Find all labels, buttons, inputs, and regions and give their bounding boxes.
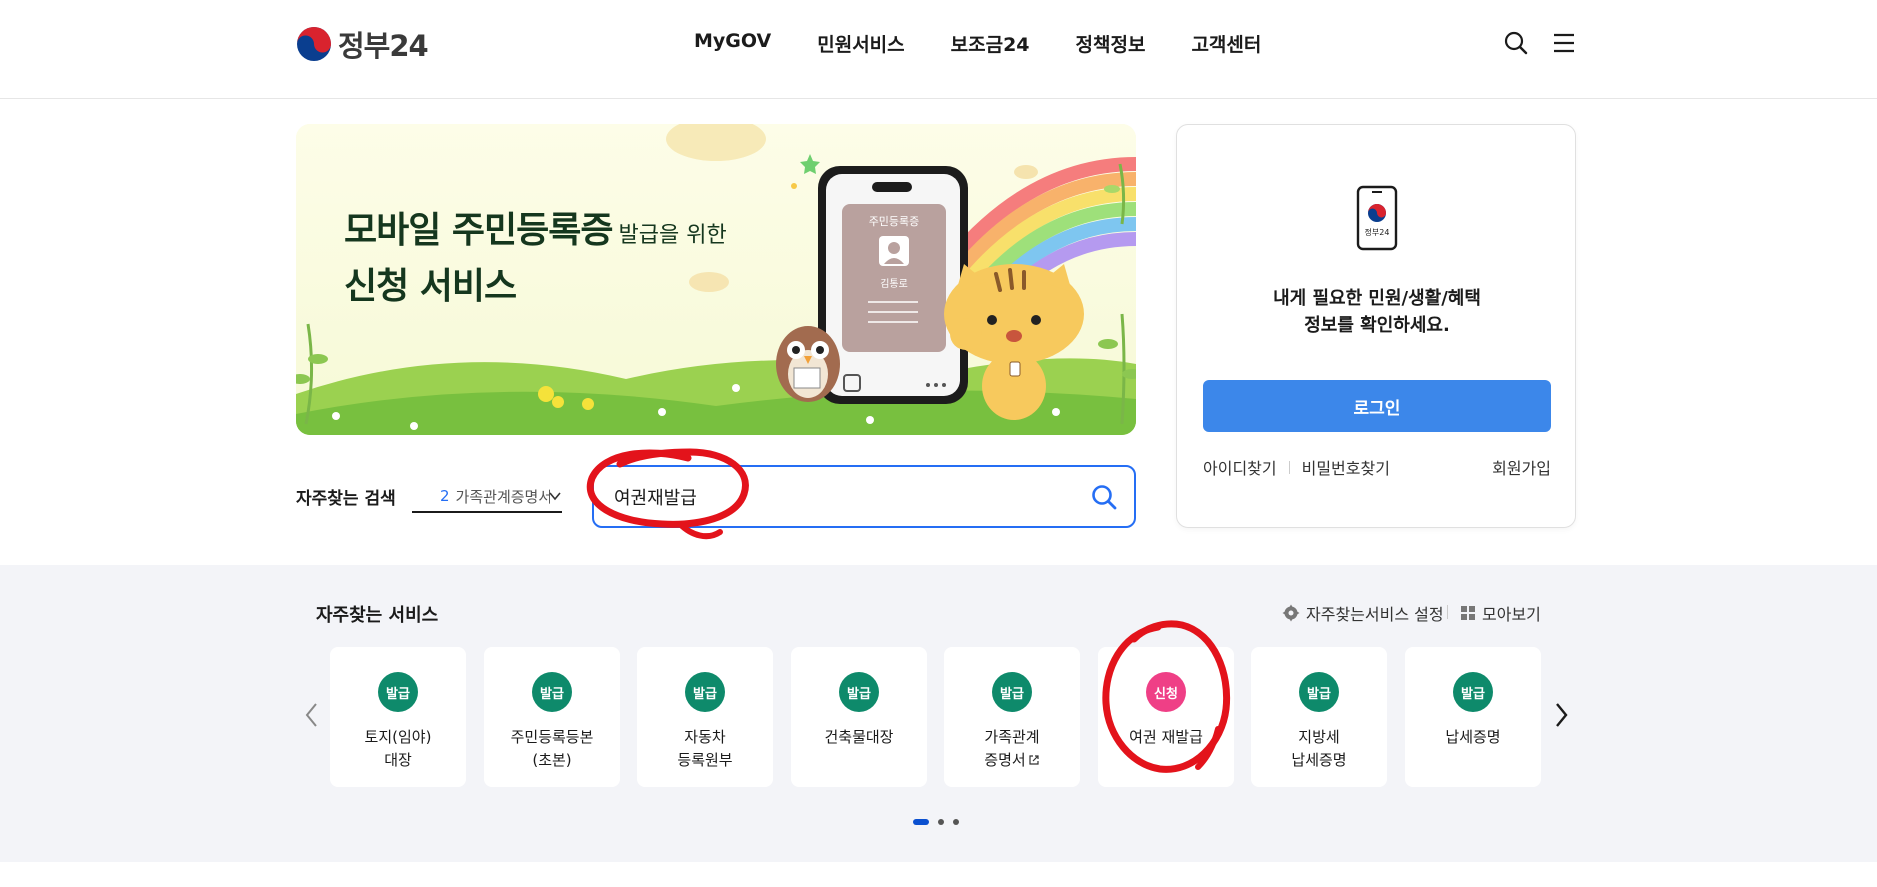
banner-title-line2: 신청 서비스 xyxy=(344,266,517,307)
settings-divider xyxy=(1447,605,1448,619)
site-logo[interactable]: 정부24 xyxy=(296,24,429,64)
issue-badge: 발급 xyxy=(839,672,879,712)
pagination-dot-1[interactable] xyxy=(913,819,929,825)
nav-policy-info[interactable]: 정책정보 xyxy=(1076,30,1146,57)
pagination-dot-3[interactable] xyxy=(953,819,959,825)
nav-subsidy24[interactable]: 보조금24 xyxy=(951,30,1030,57)
carousel-prev-icon[interactable] xyxy=(301,700,323,730)
login-message: 내게 필요한 민원/생활/혜택 정보를 확인하세요. xyxy=(1177,285,1577,339)
find-password-link[interactable]: 비밀번호찾기 xyxy=(1302,455,1390,479)
main-nav: MyGOV 민원서비스 보조금24 정책정보 고객센터 xyxy=(694,30,1307,57)
apply-badge: 신청 xyxy=(1146,672,1186,712)
nav-customer-center[interactable]: 고객센터 xyxy=(1191,30,1261,57)
frequent-services-settings-button[interactable]: 자주찾는서비스 설정 xyxy=(1282,601,1444,625)
issue-badge: 발급 xyxy=(532,672,572,712)
banner-title: 모바일 주민등록증 발급을 위한 신청 서비스 xyxy=(344,206,727,318)
frequent-search-rank: 2 xyxy=(440,487,450,505)
service-card-resident-registration[interactable]: 발급 주민등록등본 (초본) xyxy=(484,647,620,787)
banner-title-line1-small: 발급을 위한 xyxy=(618,223,727,248)
nav-mygov[interactable]: MyGOV xyxy=(694,30,771,57)
collect-view-button[interactable]: 모아보기 xyxy=(1460,601,1541,625)
carousel-next-icon[interactable] xyxy=(1550,700,1572,730)
issue-badge: 발급 xyxy=(1299,672,1339,712)
login-links: 아이디찾기 비밀번호찾기 회원가입 xyxy=(1203,455,1551,479)
grid-icon xyxy=(1461,606,1475,620)
frequent-search-term: 가족관계증명서 xyxy=(455,487,550,506)
frequent-search-label: 자주찾는 검색 xyxy=(296,489,396,509)
login-card: 정부24 내게 필요한 민원/생활/혜택 정보를 확인하세요. 로그인 아이디찾… xyxy=(1176,124,1576,528)
issue-badge: 발급 xyxy=(685,672,725,712)
banner-card-title: 주민등록증 xyxy=(869,215,920,228)
search-icon[interactable] xyxy=(1503,30,1529,56)
service-card-family-relation[interactable]: 발급 가족관계 증명서 xyxy=(944,647,1080,787)
service-card-label: 자동차 등록원부 xyxy=(677,728,733,769)
banner-card-name: 김통로 xyxy=(880,278,908,290)
site-header: 정부24 MyGOV 민원서비스 보조금24 정책정보 고객센터 xyxy=(0,0,1877,99)
link-divider xyxy=(1288,460,1290,474)
page: 정부24 MyGOV 민원서비스 보조금24 정책정보 고객센터 주민등록증 김… xyxy=(0,0,1877,887)
hamburger-menu-icon[interactable] xyxy=(1551,30,1577,56)
search-submit-icon[interactable] xyxy=(1090,483,1118,511)
search-input[interactable] xyxy=(614,481,1054,513)
service-card-label: 가족관계 증명서 xyxy=(984,728,1040,769)
issue-badge: 발급 xyxy=(1453,672,1493,712)
pagination-dot-2[interactable] xyxy=(938,819,944,825)
issue-badge: 발급 xyxy=(992,672,1032,712)
service-card-building-register[interactable]: 발급 건축물대장 xyxy=(791,647,927,787)
gear-icon xyxy=(1282,604,1300,622)
frequent-search-rolling[interactable]: 2 가족관계증명서 xyxy=(412,481,562,513)
service-card-vehicle-register[interactable]: 발급 자동차 등록원부 xyxy=(637,647,773,787)
logo-text: 정부24 xyxy=(338,29,429,63)
search-box xyxy=(592,465,1136,528)
mobile-gov24-icon: 정부24 xyxy=(1356,185,1398,251)
service-card-label: 주민등록등본 (초본) xyxy=(510,728,594,769)
service-card-land-register[interactable]: 발급 토지(임야) 대장 xyxy=(330,647,466,787)
svg-text:정부24: 정부24 xyxy=(1365,227,1390,237)
service-card-label: 건축물대장 xyxy=(824,728,894,746)
login-button[interactable]: 로그인 xyxy=(1203,380,1551,432)
banner-title-line1: 모바일 주민등록증 xyxy=(344,210,613,251)
service-card-label: 여권 재발급 xyxy=(1129,728,1203,746)
frequent-services-title: 자주찾는 서비스 xyxy=(316,605,439,626)
login-message-line1: 내게 필요한 민원/생활/혜택 xyxy=(1273,288,1481,309)
service-card-label: 토지(임야) 대장 xyxy=(364,728,432,769)
carousel-pagination xyxy=(913,819,959,825)
service-card-passport-reissue[interactable]: 신청 여권 재발급 xyxy=(1098,647,1234,787)
nav-civil-service[interactable]: 민원서비스 xyxy=(817,30,904,57)
taegeuk-logo-icon xyxy=(297,27,331,61)
external-link-icon xyxy=(1029,755,1039,765)
chevron-down-icon[interactable] xyxy=(548,489,562,503)
service-card-tax-certificate[interactable]: 발급 납세증명 xyxy=(1405,647,1541,787)
issue-badge: 발급 xyxy=(378,672,418,712)
frequent-services-section: 자주찾는 서비스 자주찾는서비스 설정 모아보기 발급 토지(임야) 대장 발급… xyxy=(0,565,1877,862)
collect-view-label: 모아보기 xyxy=(1482,605,1541,624)
settings-label: 자주찾는서비스 설정 xyxy=(1306,605,1444,624)
hero-banner[interactable]: 주민등록증 김통로 모바일 주민등록증 발급을 위한 신청 서비스 xyxy=(296,124,1136,435)
signup-link[interactable]: 회원가입 xyxy=(1492,455,1551,479)
service-card-label: 납세증명 xyxy=(1445,728,1501,746)
service-card-label: 지방세 납세증명 xyxy=(1291,728,1347,769)
service-card-local-tax-certificate[interactable]: 발급 지방세 납세증명 xyxy=(1251,647,1387,787)
find-id-link[interactable]: 아이디찾기 xyxy=(1203,455,1277,479)
login-message-line2: 정보를 확인하세요. xyxy=(1304,315,1450,336)
